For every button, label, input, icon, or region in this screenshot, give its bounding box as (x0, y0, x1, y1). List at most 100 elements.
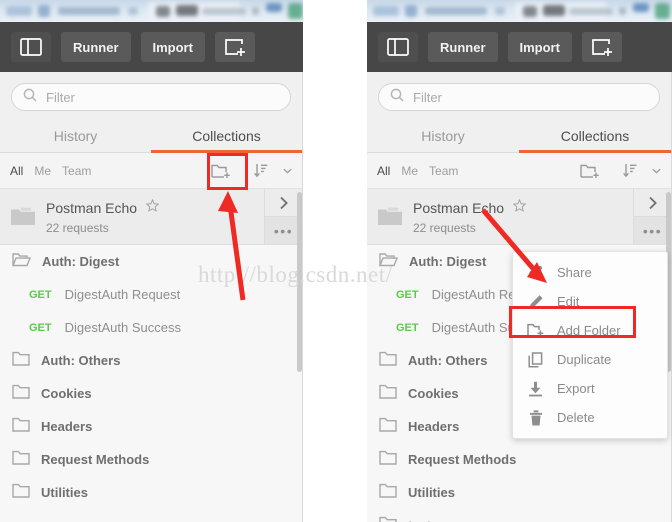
collection-header-left[interactable]: Postman Echo 22 requests ••• (0, 189, 302, 245)
tree-folder-item[interactable]: Headers (0, 410, 302, 443)
scope-filter-row-right: All Me Team (367, 153, 671, 189)
request-name-label: DigestAuth Success (64, 320, 181, 335)
tree-folder-label: Utilities (41, 485, 88, 500)
tree-folder-item[interactable]: Auth: Digest (0, 245, 302, 278)
context-menu-item-export[interactable]: Export (513, 374, 667, 403)
collection-title-row-right: Postman Echo (413, 198, 633, 217)
app-toolbar-right: Runner Import (367, 22, 672, 72)
collection-request-count: 22 requests (413, 220, 476, 235)
folder-icon (379, 384, 397, 404)
context-menu-item-label: Export (557, 381, 595, 396)
tree-request-item[interactable]: GET DigestAuth Success (0, 311, 302, 344)
collection-text-left: Postman Echo 22 requests (46, 189, 264, 244)
context-menu-item-label: Add Folder (557, 323, 621, 338)
scope-filter-row-left: All Me Team (0, 153, 302, 189)
tab-collections[interactable]: Collections (151, 119, 302, 153)
sidebar-scrollbar-left[interactable] (297, 72, 302, 522)
tree-folder-item[interactable]: Request Methods (0, 443, 302, 476)
tab-collections-label: Collections (192, 128, 261, 144)
more-dots-glyph: ••• (642, 222, 663, 239)
scope-all[interactable]: All (10, 164, 23, 178)
runner-label: Runner (73, 39, 119, 55)
new-folder-icon[interactable] (211, 163, 231, 179)
sidebar-tabs-right: History Collections (367, 119, 671, 153)
scope-team[interactable]: Team (429, 164, 458, 178)
browser-chrome-strip-right (367, 0, 672, 22)
search-placeholder: Filter (413, 89, 442, 105)
tree-folder-label: test (408, 518, 431, 522)
folder-filled-icon (367, 189, 413, 244)
scope-me[interactable]: Me (34, 164, 51, 178)
request-method-badge: GET (396, 288, 419, 301)
sidebar-left: Filter History Collections All Me Team P… (0, 72, 303, 522)
sort-descending-icon[interactable] (623, 163, 637, 178)
new-window-icon[interactable] (214, 32, 255, 62)
star-outline-icon[interactable] (145, 198, 160, 217)
search-input[interactable]: Filter (378, 83, 660, 111)
folder-icon (379, 417, 397, 437)
folder-icon (12, 483, 30, 503)
sidebar-toggle-icon[interactable] (378, 32, 418, 62)
collection-title-row-left: Postman Echo (46, 198, 264, 217)
search-input[interactable]: Filter (11, 83, 291, 111)
tab-history[interactable]: History (0, 119, 151, 152)
browser-chrome-strip-left (0, 0, 303, 22)
folder-icon (12, 450, 30, 470)
search-placeholder: Filter (46, 89, 75, 105)
tab-collections[interactable]: Collections (519, 119, 671, 153)
tree-folder-item[interactable]: Utilities (0, 476, 302, 509)
tree-folder-label: Cookies (41, 386, 92, 401)
folder-icon (379, 351, 397, 371)
duplicate-icon (527, 351, 544, 368)
folder-icon (12, 351, 30, 371)
tab-history-label: History (421, 128, 465, 144)
sort-descending-icon[interactable] (254, 163, 268, 178)
request-method-badge: GET (29, 321, 52, 334)
tree-folder-item[interactable]: test (367, 509, 671, 522)
filter-search-wrap: Filter (367, 72, 671, 119)
tab-collections-label: Collections (560, 128, 630, 144)
tab-history-label: History (53, 128, 98, 144)
import-button[interactable]: Import (507, 32, 572, 62)
star-outline-icon[interactable] (512, 198, 527, 217)
folder-icon (12, 384, 30, 404)
tree-request-item[interactable]: GET DigestAuth Request (0, 278, 302, 311)
import-button[interactable]: Import (140, 32, 205, 62)
search-icon (390, 88, 404, 107)
tab-history[interactable]: History (367, 119, 519, 152)
context-menu-item-duplicate[interactable]: Duplicate (513, 345, 667, 374)
runner-label: Runner (440, 39, 486, 55)
runner-button[interactable]: Runner (61, 32, 131, 62)
context-menu-item-share[interactable]: Share (513, 258, 667, 287)
scope-team[interactable]: Team (62, 164, 91, 178)
sidebar-toggle-icon[interactable] (11, 32, 51, 62)
screenshot-root: Runner Import Filter History Collections… (0, 0, 672, 522)
chevron-down-icon[interactable] (652, 168, 661, 174)
request-name-label: DigestAuth Request (64, 287, 181, 302)
collection-context-menu[interactable]: Share Edit Add Folder Duplicate Export Delete (512, 251, 668, 439)
folder-icon (379, 516, 397, 522)
chevron-down-icon[interactable] (283, 168, 292, 174)
scope-me[interactable]: Me (401, 164, 418, 178)
tree-folder-label: Utilities (408, 485, 455, 500)
new-window-icon[interactable] (581, 32, 622, 62)
context-menu-item-delete[interactable]: Delete (513, 403, 667, 432)
context-menu-item-add-folder[interactable]: Add Folder (513, 316, 667, 345)
context-menu-item-edit[interactable]: Edit (513, 287, 667, 316)
sidebar-tabs-left: History Collections (0, 119, 302, 153)
tree-folder-item[interactable]: Utilities (367, 476, 671, 509)
app-toolbar-left: Runner Import (0, 22, 303, 72)
tree-folder-label: Request Methods (41, 452, 150, 467)
scope-all[interactable]: All (377, 164, 390, 178)
tree-folder-label: Auth: Others (408, 353, 488, 368)
runner-button[interactable]: Runner (428, 32, 498, 62)
tree-folder-label: Auth: Digest (409, 254, 487, 269)
new-folder-icon[interactable] (580, 163, 600, 179)
folder-icon (379, 483, 397, 503)
tree-folder-item[interactable]: Request Methods (367, 443, 671, 476)
request-method-badge: GET (396, 321, 419, 334)
collection-header-right[interactable]: Postman Echo 22 requests ••• (367, 189, 671, 245)
context-menu-item-label: Share (557, 265, 592, 280)
tree-folder-item[interactable]: Cookies (0, 377, 302, 410)
tree-folder-item[interactable]: Auth: Others (0, 344, 302, 377)
